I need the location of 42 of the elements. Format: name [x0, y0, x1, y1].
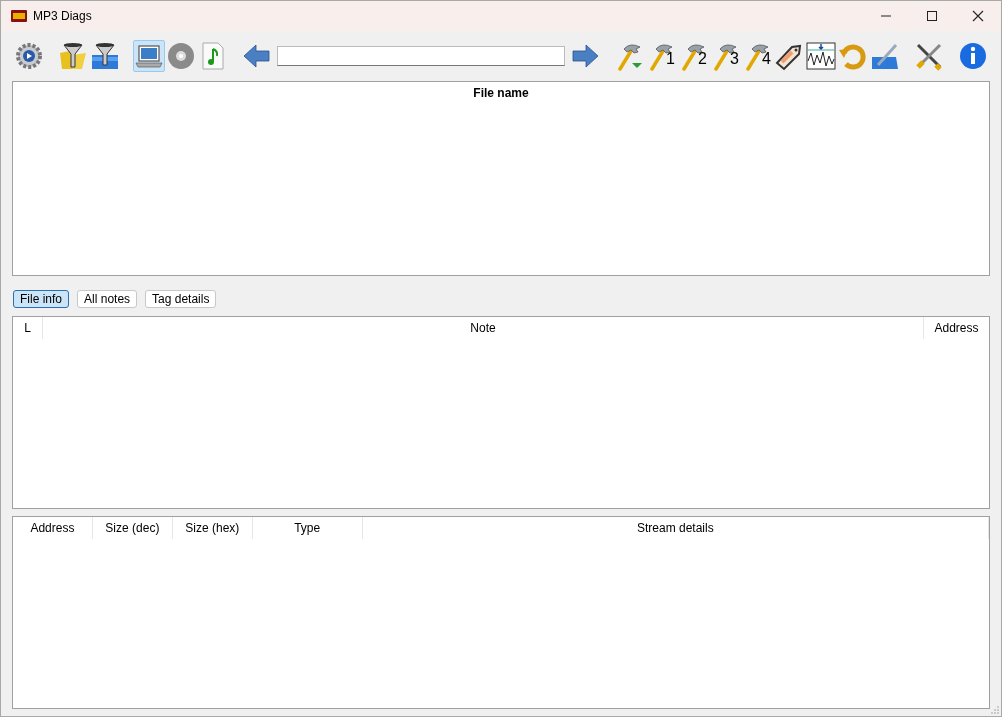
toolbar-button[interactable]: 1 [645, 40, 677, 72]
column-header[interactable]: Note [43, 317, 924, 339]
resize-grip-icon [991, 706, 999, 714]
disc-icon [166, 41, 196, 71]
toolbar-button[interactable] [957, 40, 989, 72]
toolbar-button[interactable] [57, 40, 89, 72]
tab[interactable]: All notes [77, 290, 138, 308]
forward-arrow-icon [570, 41, 600, 71]
toolbar-button[interactable]: 3 [709, 40, 741, 72]
maximize-icon [926, 10, 938, 22]
back-arrow-icon [242, 41, 272, 71]
app-logo-icon [11, 10, 27, 22]
hammer-number: 1 [666, 51, 675, 67]
toolbar-button[interactable] [805, 40, 837, 72]
gear-icon [14, 41, 44, 71]
toolbar-button[interactable]: 2 [677, 40, 709, 72]
column-header[interactable]: L [13, 317, 43, 339]
filter-folder-icon [58, 41, 88, 71]
column-header[interactable]: Stream details [362, 517, 989, 539]
hammer-number: 2 [698, 51, 707, 67]
window-title: MP3 Diags [33, 9, 92, 23]
tab[interactable]: Tag details [145, 290, 217, 308]
toolbar-button[interactable] [13, 40, 45, 72]
close-icon [972, 10, 984, 22]
column-header[interactable]: Size (hex) [172, 517, 253, 539]
path-field[interactable] [277, 46, 565, 66]
column-header[interactable]: Address [924, 317, 989, 339]
column-header[interactable]: Size (dec) [92, 517, 173, 539]
info-icon [958, 41, 988, 71]
column-header[interactable]: Type [252, 517, 363, 539]
toolbar-button[interactable]: 4 [741, 40, 773, 72]
tools-icon [914, 41, 944, 71]
hammer-number: 4 [762, 51, 771, 67]
column-header[interactable]: Address [13, 517, 93, 539]
hammer-number: 3 [730, 51, 739, 67]
filter-folder-icon [90, 41, 120, 71]
folder-pen-icon [870, 41, 900, 71]
undo-icon [838, 41, 868, 71]
column-header[interactable]: File name [13, 82, 989, 104]
waveform-icon [806, 41, 836, 71]
toolbar-button[interactable] [89, 40, 121, 72]
tab[interactable]: File info [13, 290, 70, 308]
